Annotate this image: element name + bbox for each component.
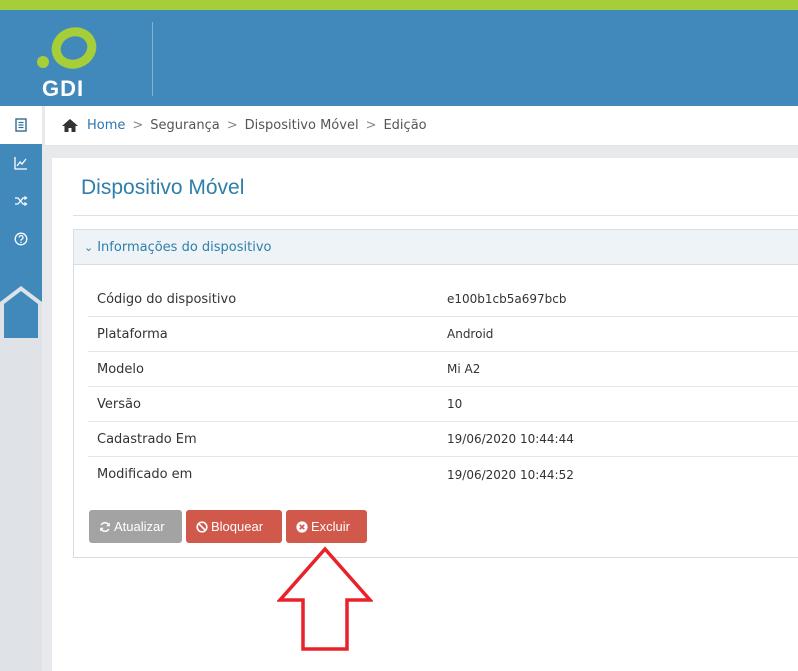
row-value: e100b1cb5a697bcb	[447, 292, 567, 306]
shuffle-icon	[15, 196, 28, 206]
table-row: Código do dispositivo e100b1cb5a697bcb	[88, 282, 798, 317]
sidebar-item-help[interactable]	[0, 220, 42, 258]
ban-icon	[196, 520, 208, 533]
chevron-down-icon: ⌄	[84, 240, 94, 254]
row-value: Mi A2	[447, 362, 481, 376]
breadcrumb-home-link[interactable]: Home	[87, 118, 125, 133]
logo[interactable]: GDI	[0, 10, 155, 106]
document-icon	[15, 118, 27, 132]
main-content: Dispositivo Móvel ⌄ Informações do dispo…	[52, 158, 798, 671]
breadcrumb-separator: >	[365, 118, 377, 133]
logo-text: GDI	[42, 76, 85, 101]
chart-icon	[14, 157, 27, 170]
breadcrumb-item-seguranca[interactable]: Segurança	[150, 118, 219, 133]
atualizar-button[interactable]: Atualizar	[89, 510, 182, 543]
sidebar-menu	[0, 106, 42, 338]
sidebar-item-shuffle[interactable]	[0, 182, 42, 220]
breadcrumb-item-edicao: Edição	[383, 118, 427, 133]
header-divider	[152, 22, 153, 96]
table-row: Modificado em 19/06/2020 10:44:52	[88, 457, 798, 492]
sidebar-collapse-chevron-icon[interactable]	[0, 282, 42, 338]
table-row: Versão 10	[88, 387, 798, 422]
page-title: Dispositivo Móvel	[81, 176, 245, 199]
breadcrumb: Home > Segurança > Dispositivo Móvel > E…	[45, 106, 798, 146]
excluir-label: Excluir	[311, 519, 351, 534]
sidebar-item-document[interactable]	[0, 106, 42, 144]
bloquear-button[interactable]: Bloquear	[186, 510, 282, 543]
annotation-arrow-up-icon	[277, 546, 373, 651]
home-icon[interactable]	[61, 118, 79, 133]
logo-mark-icon	[37, 27, 97, 69]
row-value: 10	[447, 397, 463, 411]
breadcrumb-separator: >	[132, 118, 144, 133]
table-row: Plataforma Android	[88, 317, 798, 352]
panel-header-toggle[interactable]: ⌄ Informações do dispositivo	[74, 230, 798, 265]
row-label: Versão	[97, 396, 141, 412]
table-row: Modelo Mi A2	[88, 352, 798, 387]
row-label: Modificado em	[97, 467, 193, 482]
row-label: Cadastrado Em	[97, 431, 197, 447]
breadcrumb-separator: >	[226, 118, 238, 133]
row-value: Android	[447, 327, 494, 341]
atualizar-label: Atualizar	[114, 519, 165, 534]
sidebar-item-chart[interactable]	[0, 144, 42, 182]
device-info-table: Código do dispositivo e100b1cb5a697bcb P…	[88, 282, 798, 492]
refresh-icon	[100, 521, 110, 532]
row-value: 19/06/2020 10:44:52	[447, 467, 574, 482]
row-label: Plataforma	[97, 326, 168, 342]
excluir-button[interactable]: Excluir	[286, 510, 367, 543]
title-divider	[73, 215, 798, 216]
close-circle-icon	[296, 520, 308, 533]
table-row: Cadastrado Em 19/06/2020 10:44:44	[88, 422, 798, 457]
breadcrumb-item-dispositivo[interactable]: Dispositivo Móvel	[245, 118, 359, 133]
help-icon	[14, 232, 28, 246]
row-label: Modelo	[97, 361, 144, 377]
bloquear-label: Bloquear	[211, 519, 264, 534]
row-label: Código do dispositivo	[97, 291, 237, 307]
row-value: 19/06/2020 10:44:44	[447, 432, 574, 446]
action-buttons: Atualizar Bloquear Excluir	[89, 510, 367, 543]
panel-title: Informações do dispositivo	[97, 239, 272, 255]
device-info-panel: ⌄ Informações do dispositivo Código do d…	[73, 229, 798, 558]
top-accent-line	[0, 0, 798, 10]
